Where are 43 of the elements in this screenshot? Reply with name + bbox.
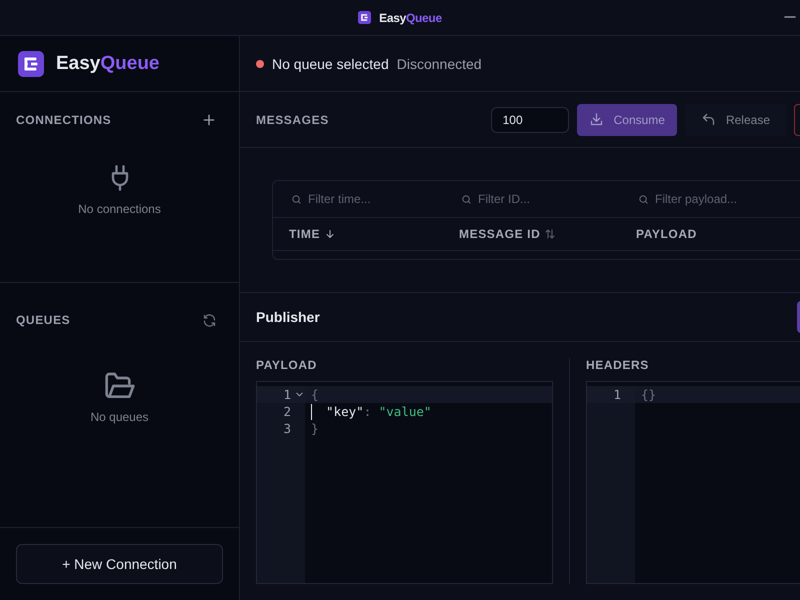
section-title: CONNECTIONS	[16, 113, 112, 127]
connection-status: Disconnected	[396, 56, 482, 72]
filter-field[interactable]: Filter ID...	[478, 192, 608, 206]
new-connection-button[interactable]: + New Connection	[16, 544, 223, 584]
plus-icon	[201, 112, 217, 128]
code-editor[interactable]: 1 2 3 { "key": "value" }	[256, 381, 553, 584]
count-field[interactable]: 100	[490, 106, 569, 132]
empty-message: No connections	[78, 202, 161, 216]
code-line: {}	[641, 386, 656, 403]
column-header[interactable]: MESSAGE ID	[459, 227, 540, 241]
search-icon	[461, 194, 472, 204]
column-header[interactable]: TIME	[289, 227, 320, 241]
line-number: 2	[283, 403, 291, 420]
code-line: }	[311, 420, 319, 437]
editor-label: PAYLOAD	[256, 358, 318, 372]
queue-name: No queue selected	[272, 56, 389, 72]
empty-message: No queues	[90, 410, 149, 424]
section-title: MESSAGES	[256, 112, 330, 126]
column-header[interactable]: PAYLOAD	[636, 227, 697, 241]
search-icon	[638, 194, 649, 204]
code-line: {	[311, 386, 319, 403]
section-title: QUEUES	[16, 313, 70, 327]
download-icon	[588, 112, 604, 127]
app-title: EasyQueue	[56, 52, 160, 74]
filter-field[interactable]: Filter time...	[308, 192, 438, 206]
sort-down-icon[interactable]	[324, 228, 336, 240]
line-number: 3	[283, 420, 291, 437]
sort-icon[interactable]	[544, 228, 556, 240]
line-number: 1	[613, 386, 621, 403]
filter-field[interactable]: Filter payload...	[655, 192, 785, 206]
app-title: EasyQueue	[379, 10, 442, 24]
logo-icon	[18, 50, 44, 76]
undo-icon	[700, 112, 716, 127]
refresh-icon	[202, 312, 217, 328]
section-title: Publisher	[256, 309, 320, 325]
logo-icon	[358, 11, 372, 24]
fold-icon[interactable]	[296, 392, 303, 397]
code-editor[interactable]: 1 {}	[586, 381, 800, 584]
editor-label: HEADERS	[586, 358, 650, 372]
line-number: 1	[283, 386, 291, 403]
minimize-icon[interactable]	[784, 16, 796, 18]
search-icon	[291, 194, 302, 204]
code-line: "key": "value"	[325, 403, 432, 420]
